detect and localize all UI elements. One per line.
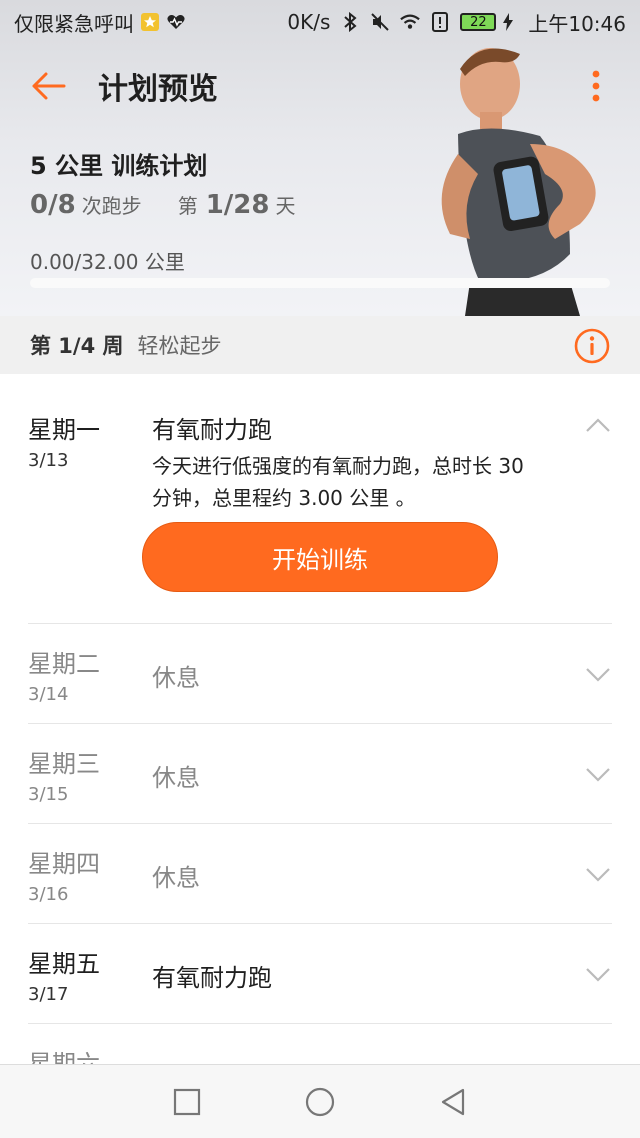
chevron-down-icon[interactable] xyxy=(584,766,612,784)
wifi-icon xyxy=(400,12,421,32)
day-date: 3/17 xyxy=(28,984,69,1005)
day-activity: 有氧耐力跑 xyxy=(152,416,272,444)
day-name: 星期一 xyxy=(28,416,100,444)
list-item-tuesday[interactable]: 星期二 3/14 休息 xyxy=(28,624,612,724)
charging-icon xyxy=(498,12,518,32)
back-arrow-icon[interactable] xyxy=(28,66,68,106)
chevron-up-icon[interactable] xyxy=(584,416,612,434)
list-item-monday[interactable]: 星期一 3/13 有氧耐力跑 今天进行低强度的有氧耐力跑，总时长 30 分钟，总… xyxy=(28,374,612,624)
app-bar: 计划预览 xyxy=(0,58,640,114)
circle-icon xyxy=(305,1087,335,1116)
battery-indicator: 22 xyxy=(460,12,518,32)
day-date: 3/16 xyxy=(28,884,69,905)
day-activity: 休息 xyxy=(152,764,200,792)
week-label: 第 1/4 周 xyxy=(30,334,124,358)
more-options-icon[interactable] xyxy=(584,68,608,104)
home-button[interactable] xyxy=(298,1080,342,1124)
bluetooth-icon xyxy=(340,12,360,32)
back-button[interactable] xyxy=(431,1080,475,1124)
day-activity: 休息 xyxy=(152,664,200,692)
list-item-friday[interactable]: 星期五 3/17 有氧耐力跑 xyxy=(28,924,612,1024)
day-date: 3/15 xyxy=(28,784,69,805)
list-item-thursday[interactable]: 星期四 3/16 休息 xyxy=(28,824,612,924)
day-value: 1/28 xyxy=(205,190,270,220)
runs-value: 0/8 xyxy=(30,190,76,220)
list-item-wednesday[interactable]: 星期三 3/15 休息 xyxy=(28,724,612,824)
week-header: 第 1/4 周 轻松起步 xyxy=(0,316,640,374)
week-name: 轻松起步 xyxy=(137,334,222,358)
plan-stats: 0/8 次跑步 第 1/28 天 xyxy=(30,190,295,220)
sim-alert-icon xyxy=(430,12,450,32)
distance-progress-bar xyxy=(30,278,610,288)
day-list: 星期一 3/13 有氧耐力跑 今天进行低强度的有氧耐力跑，总时长 30 分钟，总… xyxy=(0,374,640,1064)
star-badge-icon xyxy=(140,12,160,32)
battery-level: 22 xyxy=(460,13,497,31)
day-date: 3/13 xyxy=(28,450,69,471)
day-date: 3/14 xyxy=(28,684,69,705)
day-name: 星期三 xyxy=(28,750,100,778)
day-name: 星期四 xyxy=(28,850,100,878)
square-icon xyxy=(173,1088,200,1115)
heart-rate-icon xyxy=(166,12,186,32)
status-carrier-text: 仅限紧急呼叫 xyxy=(14,11,134,36)
day-activity: 有氧耐力跑 xyxy=(152,964,272,992)
system-nav-bar xyxy=(0,1064,640,1138)
status-bar: 仅限紧急呼叫 0K/s 22 上午10:46 xyxy=(0,0,640,44)
day-name: 星期五 xyxy=(28,950,100,978)
chevron-down-icon[interactable] xyxy=(584,666,612,684)
chevron-down-icon[interactable] xyxy=(584,966,612,984)
status-time: 上午10:46 xyxy=(528,11,626,36)
chevron-down-icon[interactable] xyxy=(584,866,612,884)
mute-icon xyxy=(370,12,390,32)
info-icon[interactable] xyxy=(574,328,610,364)
triangle-back-icon xyxy=(442,1088,465,1115)
network-speed: 0K/s xyxy=(287,10,331,34)
day-activity: 休息 xyxy=(152,864,200,892)
start-training-button[interactable]: 开始训练 xyxy=(142,522,498,592)
page-title: 计划预览 xyxy=(98,72,218,107)
day-name: 星期六 xyxy=(28,1050,100,1064)
workout-description: 今天进行低强度的有氧耐力跑，总时长 30 分钟，总里程约 3.00 公里 。 xyxy=(152,454,524,510)
distance-progress-text: 0.00/32.00 公里 xyxy=(30,250,185,274)
day-name: 星期二 xyxy=(28,650,100,678)
day-suffix: 天 xyxy=(275,194,296,218)
list-item-saturday[interactable]: 星期六 休息 xyxy=(28,1024,612,1064)
day-prefix: 第 xyxy=(177,194,198,218)
runs-label: 次跑步 xyxy=(81,194,142,218)
recent-apps-button[interactable] xyxy=(165,1080,209,1124)
plan-name: 5 公里 训练计划 xyxy=(30,152,208,180)
header-hero: 仅限紧急呼叫 0K/s 22 上午10:46 计划预览 5 公里 训练计划 0/… xyxy=(0,0,640,316)
